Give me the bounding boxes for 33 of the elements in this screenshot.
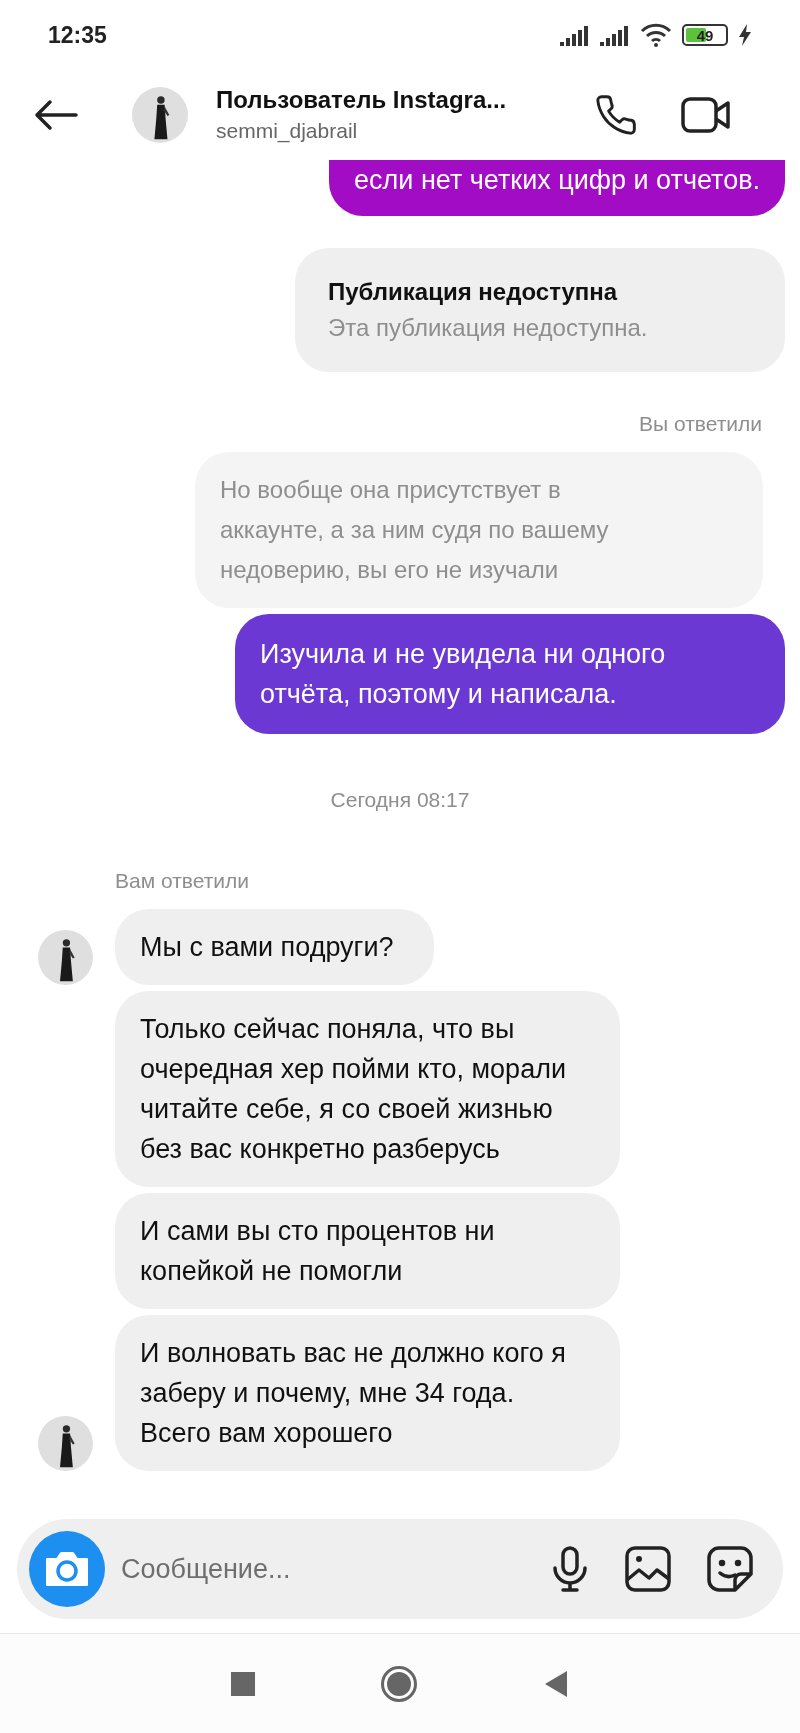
wifi-icon xyxy=(640,23,672,47)
video-camera-icon xyxy=(681,96,731,134)
card-text: Эта публикация недоступна. xyxy=(328,313,649,343)
chat-title: Пользователь Instagra... xyxy=(216,85,508,115)
quoted-message: Но вообще она присутствует в аккаунте, а за ним судя по вашему недоверию, вы его не изучали xyxy=(195,451,763,608)
message-bubble: если нет четких цифр и отчетов. xyxy=(329,160,785,216)
back-nav-button[interactable] xyxy=(543,1669,569,1698)
gallery-icon[interactable] xyxy=(625,1546,671,1592)
reply-label: Вам ответили xyxy=(115,868,250,894)
message-bubble: Мы с вами подруги? xyxy=(115,908,434,985)
message-composer[interactable]: Сообщение... xyxy=(17,1519,783,1619)
charging-icon xyxy=(738,24,752,46)
message-bubble: Только сейчас поняла, что вы очередная хер пойми кто, морали читайте себе, я со своей жизнью без вас конкретно разберусь xyxy=(115,990,620,1187)
reply-label: Вы ответили xyxy=(639,411,762,437)
timestamp: Сегодня 08:17 xyxy=(330,786,470,813)
sticker-icon[interactable] xyxy=(707,1546,753,1592)
home-button[interactable] xyxy=(381,1665,417,1702)
camera-button[interactable] xyxy=(29,1531,105,1607)
message-input[interactable]: Сообщение... xyxy=(121,1548,551,1590)
message-bubble: И волновать вас не должно кого я заберу и почему, мне 34 года. Всего вам хорошего xyxy=(115,1314,620,1471)
microphone-icon[interactable] xyxy=(551,1546,589,1592)
back-triangle-icon xyxy=(544,1669,568,1698)
status-time: 12:35 xyxy=(48,20,107,50)
camera-icon xyxy=(43,1549,91,1589)
signal-icon xyxy=(560,24,590,46)
recent-apps-button[interactable] xyxy=(231,1671,255,1696)
back-arrow-icon xyxy=(34,99,78,131)
signal-icon xyxy=(600,24,630,46)
card-title: Публикация недоступна xyxy=(328,277,619,307)
username: semmi_djabrail xyxy=(216,118,359,145)
message-bubble: И сами вы сто процентов ни копейкой не помогли xyxy=(115,1192,620,1309)
phone-icon xyxy=(594,93,638,137)
message-bubble: Изучила и не увидела ни одного отчёта, поэтому и написала. xyxy=(235,613,785,734)
